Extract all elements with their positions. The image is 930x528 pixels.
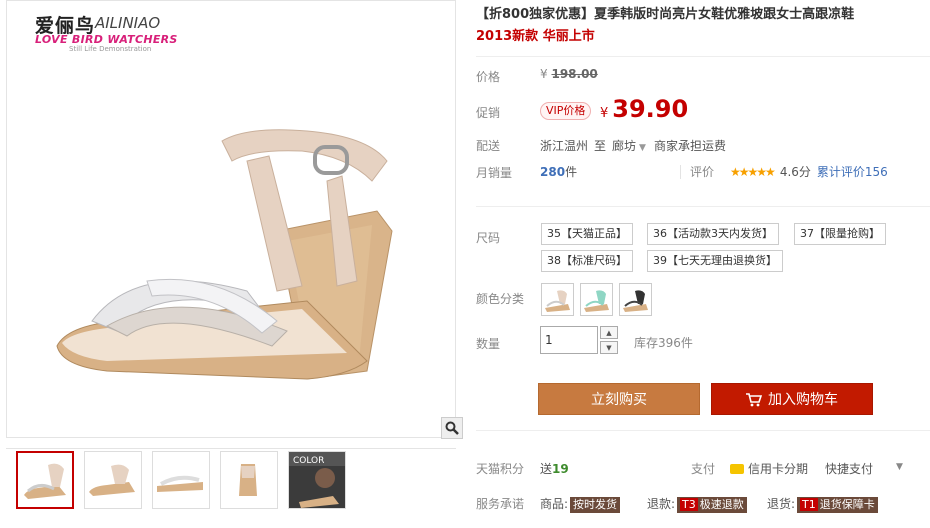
service-refund-tag: T3 极速退款 (677, 497, 747, 513)
quick-pay[interactable]: 快捷支付 (825, 460, 873, 477)
ship-destination[interactable]: 廊坊 (612, 139, 636, 153)
sandal-illustration (56, 129, 393, 380)
promo-price: ¥39.90 (600, 95, 688, 123)
service-goods-prefix: 商品: (540, 497, 569, 511)
quantity-decrease-icon[interactable]: ▼ (600, 341, 618, 354)
thumbnail-1[interactable] (16, 451, 74, 509)
thumbnail-3[interactable] (152, 451, 210, 509)
size-option-35[interactable]: 35【天猫正品】 (541, 223, 633, 245)
monthly-sales: 280件 (540, 163, 577, 180)
svg-text:COLOR: COLOR (293, 456, 324, 466)
shipping-label: 配送 (476, 139, 501, 153)
ship-to-word: 至 (594, 139, 607, 153)
add-to-cart-button[interactable]: 加入购物车 (711, 383, 873, 415)
payment-caret-icon[interactable]: ▼ (896, 462, 903, 472)
cart-icon (746, 393, 762, 407)
product-gallery: 爱俪鸟 AILINIAO LOVE BIRD WATCHERS Still Li… (0, 0, 463, 528)
review-count-link[interactable]: 累计评价156 (817, 163, 888, 180)
vip-badge: VIP价格 (540, 102, 592, 120)
destination-caret-icon[interactable]: ▼ (639, 143, 646, 153)
original-currency: ¥ (540, 67, 548, 81)
thumbnail-2[interactable] (84, 451, 142, 509)
brand-watermark: Still Life Demonstration (69, 45, 152, 53)
quantity-label: 数量 (476, 337, 501, 351)
color-label: 颜色分类 (476, 292, 525, 306)
star-rating-icon: ★★★★★ (730, 164, 776, 179)
brand-name-en: AILINIAO (95, 14, 161, 32)
service-return-tag: T1 退货保障卡 (797, 497, 878, 513)
price-box: 价格 ¥ 198.00 促销 VIP价格 ¥39.90 配送 浙江温州至廊坊 ▼ 商… (476, 56, 930, 191)
service-return[interactable]: 退货: T1 退货保障卡 (767, 495, 878, 513)
size-option-39[interactable]: 39【七天无理由退换货】 (647, 250, 783, 272)
monthly-sales-unit: 件 (565, 165, 578, 179)
product-subtitle: 2013新款 华丽上市 (476, 29, 595, 44)
t3-icon: T3 (680, 498, 698, 511)
credit-card-icon (730, 464, 744, 474)
promo-currency: ¥ (600, 106, 609, 121)
size-label: 尺码 (476, 231, 501, 245)
color-swatch-black[interactable] (619, 283, 652, 316)
service-promise-label: 服务承诺 (476, 497, 525, 511)
quantity-input[interactable] (540, 326, 598, 354)
payment-label: 支付 (691, 462, 716, 476)
promo-price-value: 39.90 (612, 95, 689, 123)
size-option-38[interactable]: 38【标准尺码】 (541, 250, 633, 272)
magnifier-icon (445, 421, 459, 435)
original-price: ¥ 198.00 (540, 67, 598, 81)
color-swatch-beige[interactable] (541, 283, 574, 316)
ship-from: 浙江温州 (540, 139, 589, 153)
thumbnail-4[interactable] (220, 451, 278, 509)
service-return-text: 退货保障卡 (819, 498, 875, 511)
price-label: 价格 (476, 70, 501, 84)
points-value: 送19 (540, 460, 569, 477)
monthly-sales-label: 月销量 (476, 166, 513, 180)
stock-count: 库存396件 (634, 336, 693, 350)
buy-now-button[interactable]: 立刻购买 (538, 383, 700, 415)
service-info: 天猫积分 送19 支付 信用卡分期 快捷支付 ▼ 服务承诺 商品: 按时发货 退款… (476, 430, 930, 528)
shipping-fee-note: 商家承担运费 (653, 139, 726, 153)
monthly-sales-count: 280 (540, 165, 566, 179)
credit-installment-label: 信用卡分期 (748, 462, 809, 476)
thumbnail-strip: COLOR (6, 448, 456, 514)
add-to-cart-label: 加入购物车 (768, 392, 838, 408)
service-refund-prefix: 退款: (647, 497, 676, 511)
color-swatch-mint[interactable] (580, 283, 613, 316)
divider (680, 165, 681, 179)
size-option-37[interactable]: 37【限量抢购】 (794, 223, 886, 245)
promo-label: 促销 (476, 106, 501, 120)
product-title: 【折800独家优惠】夏季韩版时尚亮片女鞋优雅坡跟女士高跟凉鞋 (476, 7, 855, 22)
service-goods-tag: 按时发货 (570, 497, 621, 513)
original-price-value: 198.00 (551, 67, 598, 81)
service-return-prefix: 退货: (767, 497, 796, 511)
service-refund[interactable]: 退款: T3 极速退款 (647, 495, 747, 513)
thumbnail-5[interactable]: COLOR (288, 451, 346, 509)
points-prefix: 送 (540, 462, 553, 476)
credit-installment[interactable]: 信用卡分期 (730, 460, 808, 477)
brand-logo: 爱俪鸟 AILINIAO LOVE BIRD WATCHERS Still Li… (35, 11, 205, 53)
rating: 评价 ★★★★★ 4.6分 累计评价156 (690, 163, 888, 180)
service-refund-text: 极速退款 (699, 498, 744, 511)
zoom-button[interactable] (441, 417, 463, 439)
rating-label: 评价 (690, 165, 715, 179)
rating-score: 4.6分 (779, 165, 811, 179)
points-label: 天猫积分 (476, 462, 525, 476)
service-goods[interactable]: 商品: 按时发货 (540, 495, 621, 513)
size-option-36[interactable]: 36【活动款3天内发货】 (647, 223, 779, 245)
sku-selector: 尺码 35【天猫正品】 36【活动款3天内发货】 37【限量抢购】 38【标准尺… (476, 206, 930, 416)
main-product-image[interactable]: 爱俪鸟 AILINIAO LOVE BIRD WATCHERS Still Li… (6, 0, 463, 439)
t1-icon: T1 (800, 498, 818, 511)
points-amount: 19 (552, 462, 569, 476)
shipping-info: 浙江温州至廊坊 ▼ 商家承担运费 (540, 137, 726, 154)
quantity-increase-icon[interactable]: ▲ (600, 326, 618, 339)
